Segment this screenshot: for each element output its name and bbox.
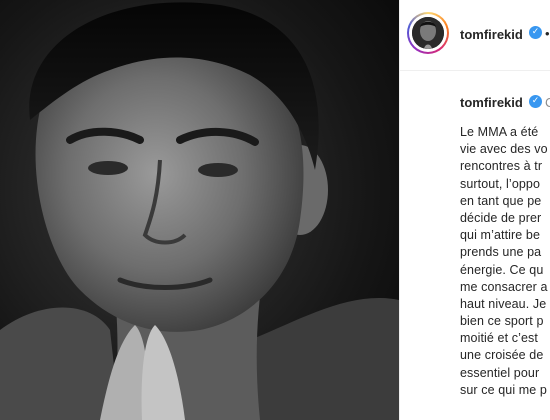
caption-line: moitié et c’est <box>460 331 538 346</box>
caption-line: essentiel pour <box>460 365 540 380</box>
caption-line: qui m’attire be <box>460 228 541 243</box>
caption-line: haut niveau. Je <box>460 296 547 311</box>
more-dot[interactable]: • <box>545 26 550 41</box>
caption-line: Le MMA a été <box>460 125 539 139</box>
avatar-photo <box>412 17 444 49</box>
post-photo[interactable] <box>0 0 399 420</box>
caption-line: vie avec des vo <box>460 142 548 157</box>
header-username[interactable]: tomfirekid <box>460 27 523 42</box>
caption-line: bien ce sport p <box>460 314 544 329</box>
caption-line: décide de prer <box>460 210 542 225</box>
caption-trailing-text: C <box>545 95 550 110</box>
portrait-image <box>0 0 399 420</box>
caption-line: me consacrer a <box>460 279 548 294</box>
post-caption: Le MMA a été vie avec des vo rencontres … <box>460 124 550 399</box>
caption-verified-badge-icon: ✓ <box>529 95 542 108</box>
post-header: tomfirekid ✓ • <box>400 0 550 71</box>
caption-username[interactable]: tomfirekid <box>460 95 523 110</box>
caption-line: sur ce qui me p <box>460 382 547 397</box>
post-sidebar: tomfirekid ✓ • tomfirekid ✓ C Le MMA a é… <box>399 0 550 420</box>
avatar-inner <box>409 14 447 52</box>
caption-line: en tant que pe <box>460 193 542 208</box>
caption-line: surtout, l’oppo <box>460 176 541 191</box>
avatar[interactable] <box>407 12 449 54</box>
caption-line: rencontres à tr <box>460 159 543 174</box>
caption-line: prends une pa <box>460 245 542 260</box>
caption-line: énergie. Ce qu <box>460 262 544 277</box>
verified-badge-icon: ✓ <box>529 26 542 39</box>
caption-line: une croisée de <box>460 348 544 363</box>
avatar-image <box>412 17 444 49</box>
